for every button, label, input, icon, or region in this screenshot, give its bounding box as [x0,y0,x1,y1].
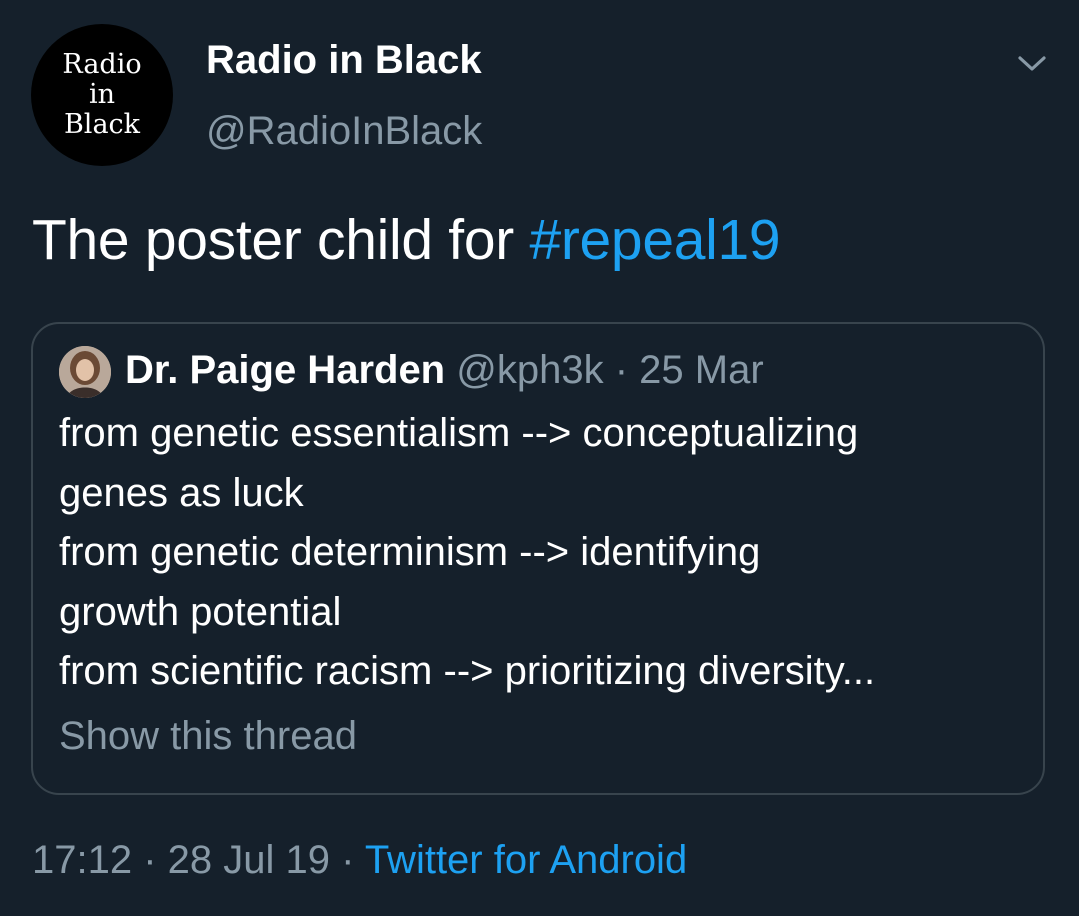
show-thread-link[interactable]: Show this thread [59,714,357,759]
quoted-text-line: from genetic determinism --> identifying [59,530,761,574]
hashtag-link[interactable]: #repeal19 [529,208,780,272]
quoted-avatar [59,346,111,398]
author-handle[interactable]: @RadioInBlack [206,109,482,154]
tweet-text: The poster child for #repeal19 [32,207,781,273]
quoted-author-handle: @kph3k [456,348,604,392]
quoted-text-line: genes as luck [59,470,304,515]
quoted-text-line: growth potential [59,589,342,634]
tweet-date: 28 Jul 19 [167,838,330,882]
quoted-tweet-header: Dr. Paige Harden @kph3k · 25 Mar [125,348,764,393]
tweet: Radio in Black Radio in Black @RadioInBl… [0,0,1079,916]
avatar-text-line-3: Black [63,109,141,141]
quoted-tweet-card[interactable]: Dr. Paige Harden @kph3k · 25 Mar from ge… [31,322,1045,795]
chevron-down-icon[interactable] [1014,49,1050,77]
tweet-source-link[interactable]: Twitter for Android [365,838,687,882]
quoted-tweet-text: from genetic essentialism --> conceptual… [59,404,1029,702]
quoted-text-line: from genetic essentialism --> conceptual… [59,411,859,455]
meta-separator: · [132,838,168,882]
tweet-meta: 17:12 · 28 Jul 19 · Twitter for Android [32,838,687,883]
quoted-date: 25 Mar [639,348,764,392]
avatar[interactable]: Radio in Black [31,24,173,166]
quoted-separator: · [603,348,640,392]
quoted-author-name: Dr. Paige Harden [125,348,446,392]
tweet-text-body: The poster child for [32,208,530,272]
meta-separator: · [330,838,365,882]
tweet-time: 17:12 [32,838,133,882]
avatar-text-line-2: in [88,78,116,110]
avatar-text-line-1: Radio [62,48,142,80]
author-display-name[interactable]: Radio in Black [206,38,482,83]
quoted-text-line: from scientific racism --> prioritizing … [59,649,876,693]
